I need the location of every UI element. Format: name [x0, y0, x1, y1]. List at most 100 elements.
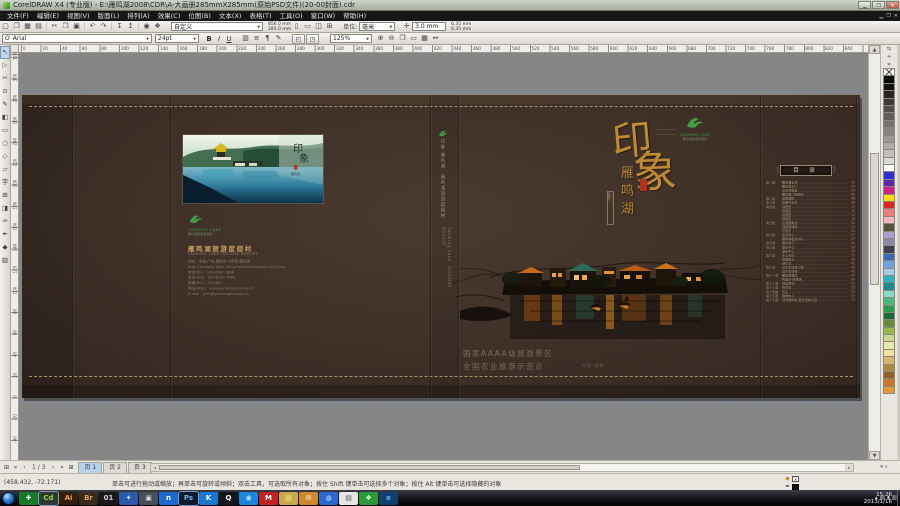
- guideline-horizontal[interactable]: [19, 402, 868, 403]
- print-button[interactable]: ▤: [33, 21, 44, 32]
- toc-header[interactable]: 〔 目 录 〕: [772, 165, 840, 176]
- maximize-button[interactable]: ❐: [872, 1, 885, 9]
- ellipse-tool[interactable]: ○: [0, 137, 10, 150]
- k-app[interactable]: K: [199, 492, 218, 505]
- illustrator[interactable]: Ai: [59, 492, 78, 505]
- show-formatting-button[interactable]: ¶: [262, 33, 273, 44]
- fill-tool[interactable]: ◆: [0, 241, 10, 254]
- menu-item[interactable]: 文本(X): [215, 11, 246, 21]
- italic-button[interactable]: I: [214, 35, 224, 43]
- m-app[interactable]: M: [259, 492, 278, 505]
- scroll-down-icon[interactable]: ▼: [869, 451, 880, 460]
- paste-button[interactable]: ▣: [71, 21, 82, 32]
- toc-list[interactable]: 第一章 雁鸣湖全景 01 雁鸣湖大门 03 山水绿荫道 04: [766, 180, 855, 301]
- table-tool[interactable]: ⊞: [0, 189, 10, 202]
- zoom-in-button[interactable]: ⊕: [375, 33, 386, 44]
- menu-item[interactable]: 工具(O): [276, 11, 307, 21]
- ruler-corner[interactable]: [11, 45, 19, 53]
- foxmail[interactable]: ✉: [299, 492, 318, 505]
- menu-item[interactable]: 表格(T): [245, 11, 275, 21]
- font-select[interactable]: O Arial ▼: [2, 34, 152, 43]
- vertical-scrollbar[interactable]: ▲ ▼: [868, 45, 880, 460]
- palette-scroll-glyphs[interactable]: ▾ »: [880, 464, 887, 470]
- first-page-button[interactable]: «: [11, 464, 20, 471]
- notepad[interactable]: ▤: [339, 492, 358, 505]
- close-button[interactable]: ✕: [886, 1, 899, 9]
- doc-minimize-button[interactable]: ▁: [879, 13, 883, 19]
- menu-item[interactable]: 版面(L): [94, 11, 124, 21]
- scrollbar-thumb[interactable]: [159, 465, 580, 470]
- menu-item[interactable]: 编辑(E): [33, 11, 63, 21]
- palette-button[interactable]: ✛: [887, 53, 891, 61]
- save-button[interactable]: ▦: [22, 21, 33, 32]
- menu-item[interactable]: 视图(V): [63, 11, 94, 21]
- green-bird-app[interactable]: ❖: [359, 492, 378, 505]
- v-ruler[interactable]: 3203002802602402202001801601401201008060…: [11, 53, 19, 460]
- scroll-right-icon[interactable]: ▸: [845, 464, 853, 471]
- h-ruler[interactable]: 0204060801001201401601802002202402602803…: [19, 45, 868, 53]
- image-viewer[interactable]: ▣: [139, 492, 158, 505]
- qq[interactable]: Q: [219, 492, 238, 505]
- bullet-list-button[interactable]: ≡: [251, 33, 262, 44]
- doc-close-button[interactable]: ✕: [894, 13, 898, 19]
- palette-swatch[interactable]: [883, 386, 895, 394]
- photoshop[interactable]: Ps: [179, 492, 198, 505]
- menu-item[interactable]: 效果(C): [154, 11, 185, 21]
- text-tool[interactable]: 字: [0, 176, 10, 189]
- undo-button[interactable]: ↶: [87, 21, 98, 32]
- bridge[interactable]: Br: [79, 492, 98, 505]
- palette-button[interactable]: ⇆: [887, 45, 891, 53]
- scrollbar-thumb[interactable]: [870, 153, 879, 285]
- open-button[interactable]: ❒: [11, 21, 22, 32]
- internet-explorer[interactable]: e: [379, 492, 398, 505]
- scroll-up-icon[interactable]: ▲: [869, 45, 880, 54]
- edit-text-button[interactable]: ✎: [273, 33, 284, 44]
- title-vertical-text[interactable]: 雁 鸣 湖: [621, 167, 634, 217]
- new-button[interactable]: ▢: [0, 21, 11, 32]
- drawing-canvas[interactable]: 印 象 雁鸣湖 YANMING LAKE 雁鸣湖旅游度假村 雁鸣湖旅游度假村 Y…: [19, 53, 868, 460]
- coreldraw[interactable]: Cd: [39, 492, 58, 505]
- doc-restore-button[interactable]: ❐: [886, 13, 890, 19]
- landscape-button[interactable]: ▭: [302, 21, 313, 32]
- start-button[interactable]: [2, 492, 15, 505]
- cut-button[interactable]: ✂: [49, 21, 60, 32]
- capture-one[interactable]: 01: [99, 492, 118, 505]
- village-illustration[interactable]: [450, 241, 762, 343]
- zoom-page-button[interactable]: ▭: [408, 33, 419, 44]
- basic-shapes-tool[interactable]: ▱: [0, 163, 10, 176]
- smart-fill-tool[interactable]: ◧: [0, 111, 10, 124]
- last-page-button[interactable]: »: [57, 464, 66, 471]
- font-size-select[interactable]: 24pt▼: [155, 34, 199, 43]
- blend-tool[interactable]: ◨: [0, 202, 10, 215]
- taskbar-clock[interactable]: 15:26 2013/1/16: [864, 492, 892, 505]
- shape-tool[interactable]: ▷: [0, 59, 10, 72]
- horizontal-scrollbar[interactable]: ◂ ▸: [150, 463, 854, 472]
- web-browser[interactable]: ◍: [319, 492, 338, 505]
- maxthon-browser[interactable]: n: [159, 492, 178, 505]
- page-options-button[interactable]: ◫: [313, 21, 324, 32]
- polygon-tool[interactable]: ◇: [0, 150, 10, 163]
- menu-item[interactable]: 帮助(H): [339, 11, 370, 21]
- zoom-selected-button[interactable]: ❐: [397, 33, 408, 44]
- duplicate-distance-fields[interactable]: 6.35 mm 6.35 mm: [451, 22, 471, 32]
- paper-size-fields[interactable]: 856.0 mm 285.0 mm: [268, 22, 291, 32]
- bold-button[interactable]: B: [204, 35, 214, 43]
- zoom-level-select[interactable]: 125%▼: [330, 34, 372, 43]
- horizontal-text-button[interactable]: ◰: [292, 34, 305, 44]
- redo-button[interactable]: ↷: [98, 21, 109, 32]
- eyedropper-tool[interactable]: ✑: [0, 215, 10, 228]
- page-tab[interactable]: 页 2: [103, 462, 127, 473]
- portrait-button[interactable]: ▯: [291, 21, 302, 32]
- palette-scroll-buttons[interactable]: ▾ »: [868, 460, 900, 473]
- paper-preset-select[interactable]: 自定义▼: [171, 22, 263, 31]
- add-page-button[interactable]: ⊞: [66, 464, 75, 471]
- front-cover-logo[interactable]: YANMING LAKE 雁鸣湖旅游度假村: [675, 114, 715, 141]
- next-page-button[interactable]: ›: [48, 464, 57, 471]
- back-cover-logo[interactable]: YANMING LAKE 雁鸣湖旅游度假村: [188, 209, 248, 236]
- page-tab[interactable]: 页 3: [128, 462, 152, 473]
- copy-button[interactable]: ❐: [60, 21, 71, 32]
- scroll-left-icon[interactable]: ◂: [151, 464, 159, 471]
- rectangle-tool[interactable]: ▭: [0, 124, 10, 137]
- duplicate-y-field[interactable]: 6.35 mm: [451, 27, 471, 32]
- spine-title[interactable]: 印象·雁鸣湖 雁鸣湖旅游度假村: [439, 139, 445, 219]
